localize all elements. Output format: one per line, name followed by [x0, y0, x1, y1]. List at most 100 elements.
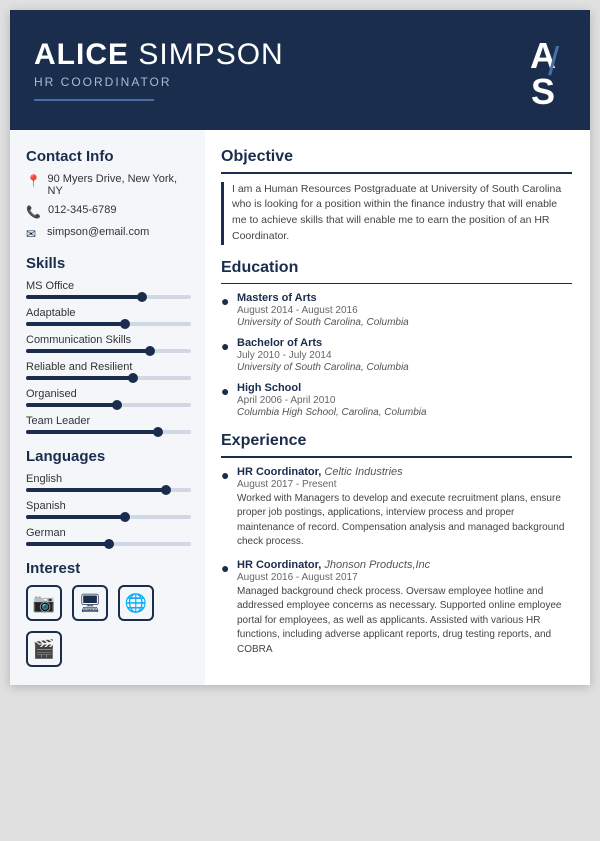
skill-bar-track — [26, 403, 191, 407]
video-icon: 🎬 — [26, 631, 62, 667]
skill-bar-dot — [120, 319, 130, 329]
experience-divider — [221, 456, 572, 458]
language-bar-dot — [120, 512, 130, 522]
edu-bullet: ● — [221, 383, 231, 418]
exp-date: August 2017 - Present — [237, 479, 572, 490]
skill-bar-track — [26, 430, 191, 434]
skill-bar-dot — [145, 346, 155, 356]
experience-item: ● HR Coordinator, Jhonson Products,Inc A… — [221, 559, 572, 658]
skill-item: Reliable and Resilient — [26, 361, 191, 380]
contact-email: simpson@email.com — [47, 226, 149, 238]
language-bar-fill — [26, 515, 125, 519]
contact-title: Contact Info — [26, 148, 191, 165]
objective-title: Objective — [221, 148, 572, 166]
contact-address-item: 📍 90 Myers Drive, New York, NY — [26, 173, 191, 197]
education-title: Education — [221, 259, 572, 277]
experience-item: ● HR Coordinator, Celtic Industries Augu… — [221, 466, 572, 550]
languages-title: Languages — [26, 448, 191, 465]
skill-bar-fill — [26, 322, 125, 326]
header-title: HR COORDINATOR — [34, 75, 284, 89]
main-content: Objective I am a Human Resources Postgra… — [205, 130, 590, 685]
contact-address: 90 Myers Drive, New York, NY — [48, 173, 192, 197]
interest-icons: 📷 🖥 🌐 🎬 — [26, 585, 191, 667]
objective-divider — [221, 172, 572, 174]
edu-bullet: ● — [221, 293, 231, 328]
contact-phone: 012-345-6789 — [48, 204, 117, 216]
skill-bar-dot — [137, 292, 147, 302]
education-list: ● Masters of Arts August 2014 - August 2… — [221, 292, 572, 418]
skill-label: Reliable and Resilient — [26, 361, 191, 373]
language-bar-dot — [104, 539, 114, 549]
education-item: ● Masters of Arts August 2014 - August 2… — [221, 292, 572, 328]
exp-bullet: ● — [221, 560, 231, 658]
edu-degree: Bachelor of Arts — [237, 337, 409, 349]
skill-bar-dot — [112, 400, 122, 410]
camera-icon: 📷 — [26, 585, 62, 621]
sidebar: Contact Info 📍 90 Myers Drive, New York,… — [10, 130, 205, 685]
skill-label: Adaptable — [26, 307, 191, 319]
skill-bar-fill — [26, 376, 133, 380]
skill-bar-fill — [26, 430, 158, 434]
language-label: English — [26, 473, 191, 485]
header-divider — [34, 99, 154, 101]
exp-company: Jhonson Products,Inc — [324, 559, 430, 571]
skill-label: MS Office — [26, 280, 191, 292]
skill-bar-fill — [26, 349, 150, 353]
exp-company: Celtic Industries — [324, 466, 402, 478]
exp-date: August 2016 - August 2017 — [237, 572, 572, 583]
edu-content: Masters of Arts August 2014 - August 201… — [237, 292, 409, 328]
skill-label: Communication Skills — [26, 334, 191, 346]
skill-bar-dot — [128, 373, 138, 383]
edu-date: August 2014 - August 2016 — [237, 305, 409, 316]
exp-role-company: HR Coordinator, Celtic Industries — [237, 466, 572, 478]
edu-degree: Masters of Arts — [237, 292, 409, 304]
experience-title: Experience — [221, 432, 572, 450]
exp-bullet: ● — [221, 467, 231, 550]
resume-container: ALICE SIMPSON HR COORDINATOR A / S Conta… — [10, 10, 590, 685]
skill-item: Team Leader — [26, 415, 191, 434]
first-name: ALICE — [34, 38, 129, 71]
languages-list: English Spanish German — [26, 473, 191, 546]
edu-institution: Columbia High School, Carolina, Columbia — [237, 407, 427, 418]
skill-item: Adaptable — [26, 307, 191, 326]
edu-bullet: ● — [221, 338, 231, 373]
skills-list: MS Office Adaptable Communication Skills… — [26, 280, 191, 434]
edu-degree: High School — [237, 382, 427, 394]
language-bar-track — [26, 542, 191, 546]
header: ALICE SIMPSON HR COORDINATOR A / S — [10, 10, 590, 130]
language-bar-track — [26, 488, 191, 492]
skill-bar-fill — [26, 295, 142, 299]
edu-date: July 2010 - July 2014 — [237, 350, 409, 361]
contact-email-item: ✉ simpson@email.com — [26, 226, 191, 241]
skill-item: MS Office — [26, 280, 191, 299]
exp-content: HR Coordinator, Jhonson Products,Inc Aug… — [237, 559, 572, 658]
body: Contact Info 📍 90 Myers Drive, New York,… — [10, 130, 590, 685]
skill-bar-track — [26, 349, 191, 353]
edu-content: Bachelor of Arts July 2010 - July 2014 U… — [237, 337, 409, 373]
exp-role-company: HR Coordinator, Jhonson Products,Inc — [237, 559, 572, 571]
language-bar-fill — [26, 542, 109, 546]
language-label: Spanish — [26, 500, 191, 512]
skill-bar-track — [26, 322, 191, 326]
skill-item: Organised — [26, 388, 191, 407]
phone-icon: 📞 — [26, 205, 41, 219]
language-bar-dot — [161, 485, 171, 495]
exp-content: HR Coordinator, Celtic Industries August… — [237, 466, 572, 550]
computer-icon: 🖥 — [72, 585, 108, 621]
skill-item: Communication Skills — [26, 334, 191, 353]
language-item: Spanish — [26, 500, 191, 519]
interest-title: Interest — [26, 560, 191, 577]
skill-label: Organised — [26, 388, 191, 400]
monogram-slash: / — [548, 40, 559, 85]
edu-institution: University of South Carolina, Columbia — [237, 362, 409, 373]
exp-desc: Worked with Managers to develop and exec… — [237, 492, 572, 550]
globe-icon: 🌐 — [118, 585, 154, 621]
skills-title: Skills — [26, 255, 191, 272]
skill-bar-track — [26, 295, 191, 299]
language-bar-track — [26, 515, 191, 519]
education-item: ● High School April 2006 - April 2010 Co… — [221, 382, 572, 418]
objective-text: I am a Human Resources Postgraduate at U… — [221, 182, 572, 245]
skill-label: Team Leader — [26, 415, 191, 427]
language-item: German — [26, 527, 191, 546]
contact-phone-item: 📞 012-345-6789 — [26, 204, 191, 219]
